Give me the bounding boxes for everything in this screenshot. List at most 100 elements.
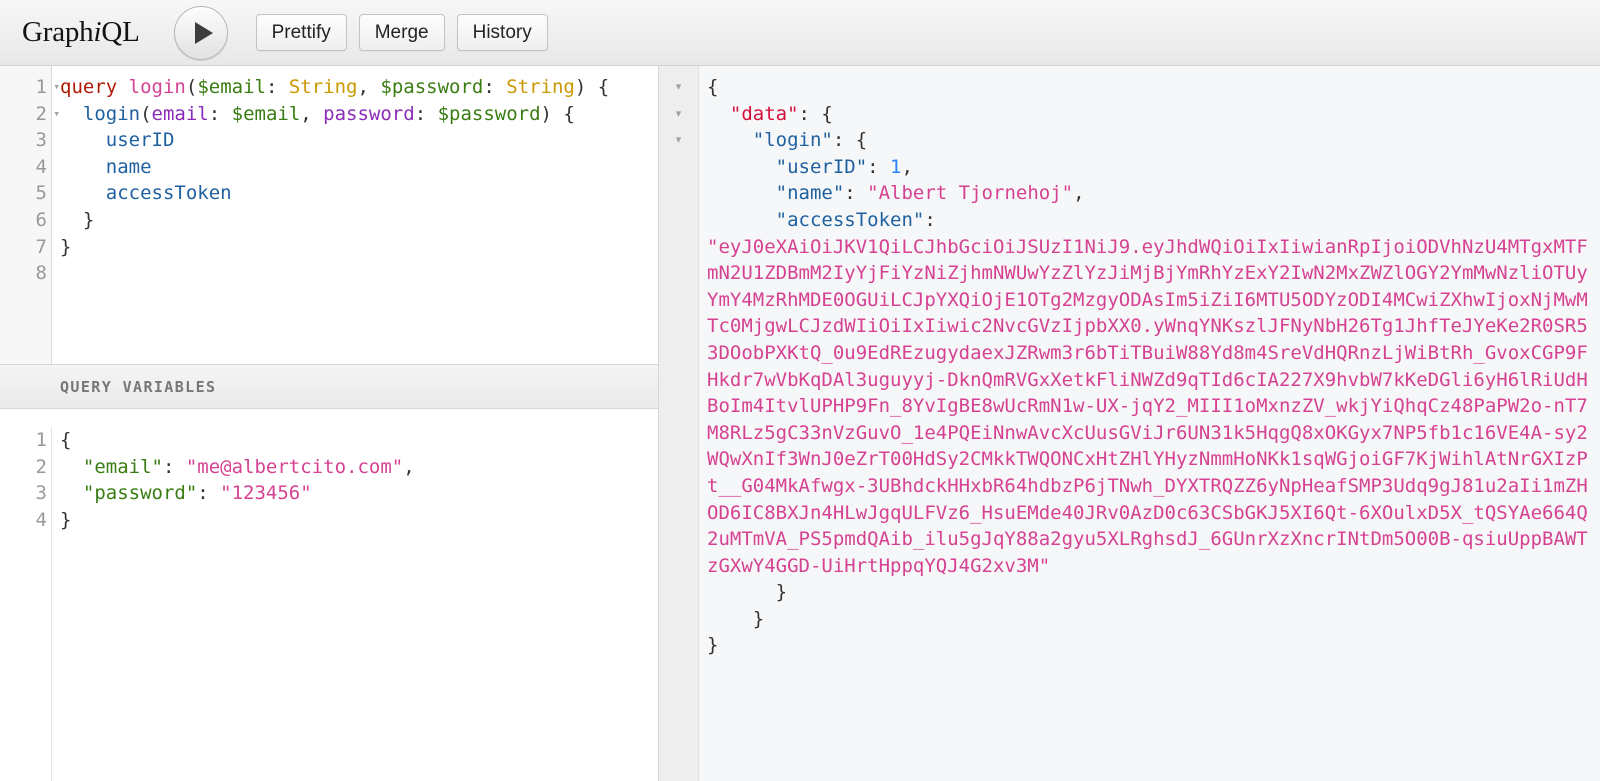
- fold-toggle-icon[interactable]: ▾: [53, 74, 60, 101]
- code-line: }: [707, 579, 1590, 606]
- code-token: :: [162, 455, 186, 478]
- line-number: 6: [35, 208, 47, 231]
- code-token: (: [185, 76, 198, 98]
- toolbar: GraphiQL Prettify Merge History: [0, 0, 1600, 66]
- result-fold-toggle-icon[interactable]: ▾: [659, 74, 698, 101]
- result-pane: ▾ ▾ ▾ { "data": { "login": { "userID": 1, …: [659, 66, 1600, 781]
- variables-code[interactable]: { "email": "me@albertcito.com", "passwor…: [52, 427, 658, 781]
- code-token: }: [60, 235, 72, 258]
- fold-toggle-icon[interactable]: ▾: [53, 101, 60, 128]
- line-number: 1 ▾: [0, 74, 60, 101]
- code-token: :: [924, 208, 936, 231]
- history-label: History: [472, 21, 532, 43]
- code-token: "email": [82, 455, 163, 478]
- editor-panes: 1 ▾ 2 ▾ 3 4 5 6 7 8 query login($email: String, $…: [0, 66, 1600, 781]
- code-token: }: [60, 508, 72, 531]
- code-line: }: [60, 234, 658, 261]
- code-token: String: [288, 76, 358, 98]
- code-token: :: [197, 482, 221, 505]
- code-token: ,: [1073, 182, 1085, 205]
- code-token: accessToken: [105, 182, 232, 205]
- code-line: {: [60, 427, 658, 454]
- result-fold-toggle-icon[interactable]: ▾: [659, 127, 698, 154]
- code-token: (: [140, 102, 152, 125]
- code-token: ) {: [540, 102, 575, 125]
- prettify-button[interactable]: Prettify: [255, 14, 347, 51]
- code-token: :: [483, 76, 507, 98]
- code-token: String: [506, 76, 575, 98]
- result-fold-toggle-icon[interactable]: ▾: [659, 101, 698, 128]
- code-line: {: [707, 74, 1590, 101]
- line-number: 7: [35, 235, 47, 258]
- line-number: 1: [35, 429, 47, 451]
- code-token: {: [707, 76, 719, 98]
- code-token: }: [707, 634, 719, 657]
- logo-suffix: QL: [101, 16, 140, 48]
- code-line: }: [60, 507, 658, 534]
- code-line: "login": {: [707, 127, 1590, 154]
- logo-prefix: Graph: [22, 16, 94, 48]
- code-line: "userID": 1,: [707, 154, 1590, 181]
- line-number: 3: [35, 129, 47, 152]
- line-number: 2 ▾: [0, 101, 60, 128]
- code-token: $password: [380, 76, 484, 98]
- code-line: login(email: $email, password: $password…: [60, 101, 658, 128]
- code-token: name: [105, 155, 152, 178]
- code-token: login: [82, 102, 141, 125]
- code-token: "accessToken": [775, 208, 925, 231]
- left-pane: 1 ▾ 2 ▾ 3 4 5 6 7 8 query login($email: String, $…: [0, 66, 659, 781]
- line-number: 4: [35, 155, 47, 178]
- line-number: 5: [35, 182, 47, 205]
- access-token-value: "eyJ0eXAiOiJKV1QiLCJhbGciOiJSUzI1NiJ9.ey…: [707, 235, 1588, 577]
- code-token: query: [60, 76, 118, 98]
- query-variables-header[interactable]: QUERY VARIABLES: [0, 365, 658, 409]
- query-gutter: 1 ▾ 2 ▾ 3 4 5 6 7 8: [0, 66, 60, 364]
- code-token: "login": [752, 129, 833, 152]
- line-number: 3: [35, 482, 47, 505]
- code-token: "userID": [775, 155, 868, 178]
- code-token: "password": [82, 482, 198, 505]
- execute-query-button[interactable]: [173, 5, 228, 60]
- code-token: {: [60, 429, 72, 451]
- line-number: 2: [35, 455, 47, 478]
- code-line: userID: [60, 127, 658, 154]
- code-token: :: [208, 102, 232, 125]
- code-token: $email: [197, 76, 266, 98]
- prettify-label: Prettify: [271, 21, 331, 43]
- code-token: : {: [798, 102, 833, 125]
- query-editor[interactable]: 1 ▾ 2 ▾ 3 4 5 6 7 8 query login($email: String, $…: [0, 66, 658, 365]
- code-token: ) {: [574, 76, 610, 98]
- code-line: }: [707, 606, 1590, 633]
- app-logo: GraphiQL: [22, 16, 140, 49]
- code-token: "name": [775, 182, 845, 205]
- code-token: ,: [901, 155, 913, 178]
- code-token: :: [844, 182, 868, 205]
- result-code: { "data": { "login": { "userID": 1, "nam…: [699, 66, 1600, 781]
- code-token: ,: [357, 76, 381, 98]
- history-button[interactable]: History: [456, 14, 548, 51]
- code-token: :: [867, 155, 891, 178]
- code-token: }: [60, 208, 95, 231]
- code-token: "Albert Tjornehoj": [867, 182, 1074, 205]
- code-token: ,: [403, 455, 415, 478]
- code-token: email: [151, 102, 209, 125]
- code-token: password: [323, 102, 415, 125]
- query-variables-editor[interactable]: 1 2 3 4 { "email": "me@albertcito.com", "pa…: [0, 409, 658, 781]
- code-line: }: [60, 207, 658, 234]
- code-line: name: [60, 154, 658, 181]
- merge-button[interactable]: Merge: [358, 14, 445, 51]
- code-token: }: [707, 581, 788, 604]
- query-code[interactable]: query login($email: String, $password: S…: [52, 66, 658, 364]
- code-line: accessToken: [60, 180, 658, 207]
- code-token: : {: [832, 129, 868, 152]
- play-icon: [194, 21, 213, 44]
- code-line: "accessToken":: [707, 207, 1590, 234]
